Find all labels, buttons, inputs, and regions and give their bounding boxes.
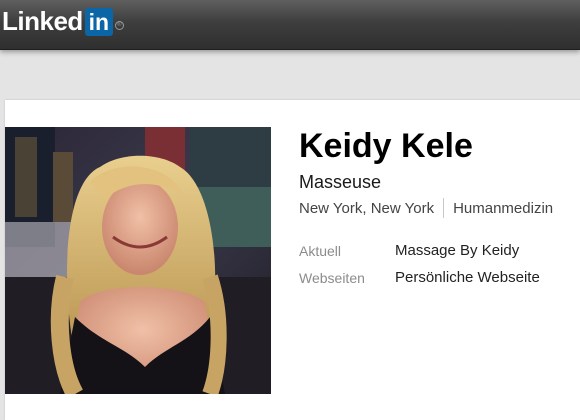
meta-divider	[443, 198, 445, 218]
top-nav-bar: Linked in ®	[0, 0, 580, 50]
detail-label-current: Aktuell	[299, 242, 342, 259]
profile-industry[interactable]: Humanmedizin	[453, 200, 553, 217]
detail-label-websites: Webseiten	[299, 269, 365, 286]
logo-wordmark: Linked	[2, 6, 83, 36]
registered-mark-icon: ®	[114, 21, 124, 30]
logo-in-badge: in	[84, 7, 113, 36]
detail-row-websites: Webseiten Persönliche Webseite	[299, 264, 580, 291]
profile-meta: New York, New York Humanmedizin	[299, 198, 580, 218]
detail-row-current: Aktuell Massage By Keidy	[299, 237, 580, 264]
profile-headline: Masseuse	[299, 172, 382, 192]
profile-location[interactable]: New York, New York	[299, 200, 434, 217]
profile-name: Keidy Kele	[299, 127, 473, 165]
profile-photo-image	[5, 127, 271, 394]
profile-details: Aktuell Massage By Keidy Webseiten Persö…	[299, 237, 580, 291]
profile-info: Keidy Kele Masseuse New York, New York H…	[299, 124, 580, 291]
current-position-link[interactable]: Massage By Keidy	[395, 242, 519, 259]
personal-website-link[interactable]: Persönliche Webseite	[395, 269, 540, 286]
profile-photo[interactable]	[5, 127, 271, 394]
linkedin-logo[interactable]: Linked in ®	[2, 7, 124, 36]
